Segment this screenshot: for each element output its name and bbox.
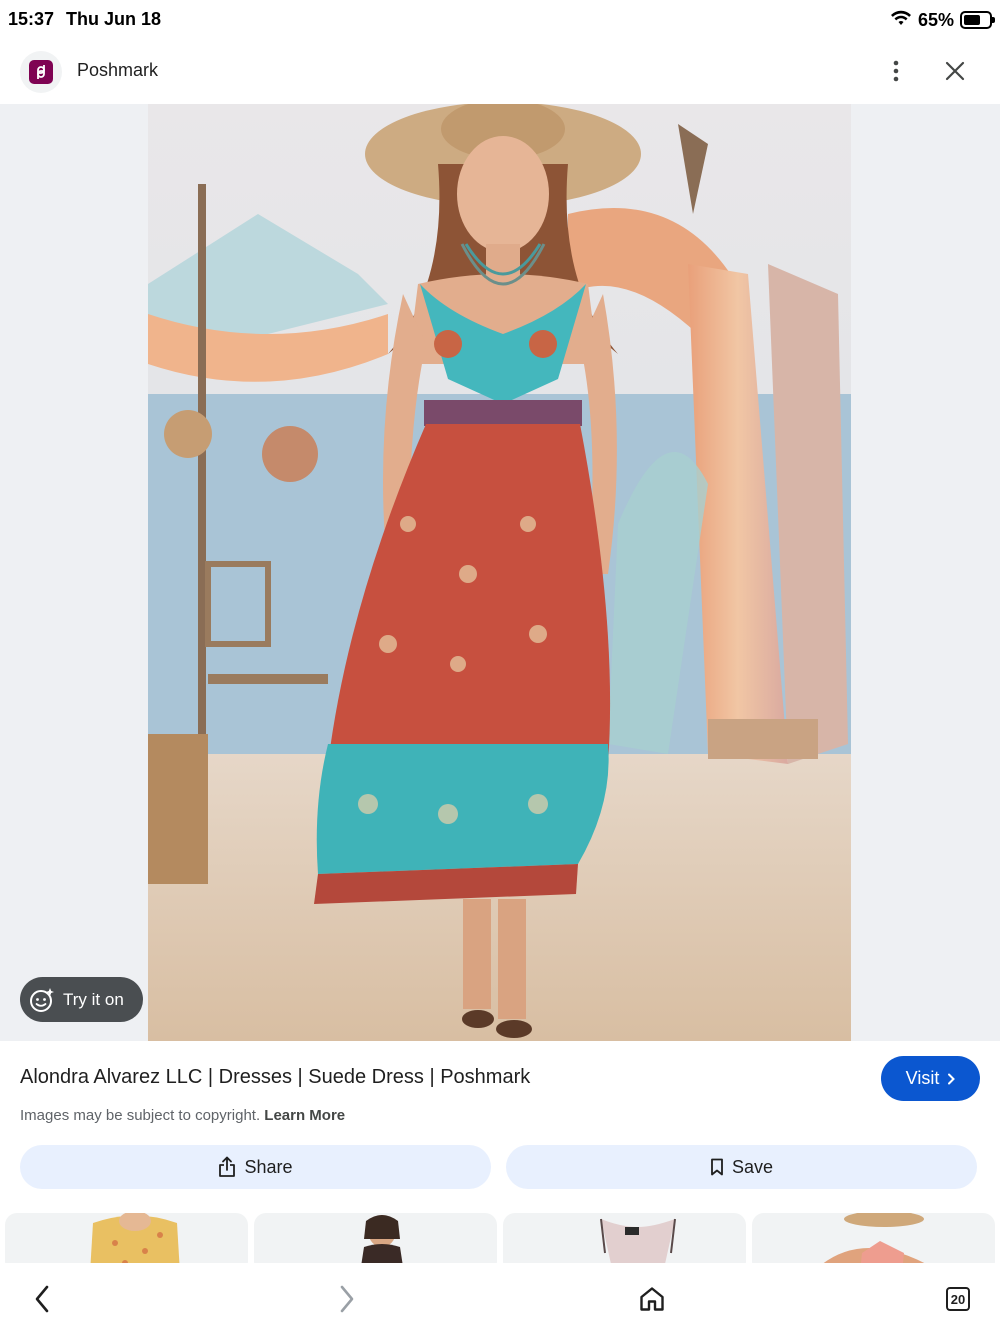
copyright-notice: Images may be subject to copyright. Lear… <box>20 1107 345 1124</box>
share-button[interactable]: Share <box>20 1145 491 1189</box>
battery-percent: 65% <box>917 9 954 30</box>
share-label: Share <box>244 1156 293 1177</box>
site-name[interactable]: Poshmark <box>77 60 158 81</box>
home-icon <box>640 1287 664 1311</box>
site-favicon[interactable] <box>20 51 62 93</box>
related-thumbnail[interactable] <box>5 1213 248 1264</box>
result-title[interactable]: Alondra Alvarez LLC | Dresses | Suede Dr… <box>20 1066 530 1089</box>
copyright-text: Images may be subject to copyright. <box>20 1107 261 1124</box>
battery-level <box>964 15 980 25</box>
battery-icon <box>960 11 995 29</box>
save-label: Save <box>731 1156 774 1177</box>
save-button[interactable]: Save <box>506 1145 977 1189</box>
share-icon <box>219 1156 236 1177</box>
bottom-navigation: 20 <box>0 1263 1000 1333</box>
tabs-button[interactable]: 20 <box>940 1281 976 1317</box>
more-vert-icon <box>893 60 899 82</box>
wifi-icon <box>890 9 912 32</box>
try-on-sparkle-icon <box>30 987 54 1012</box>
back-arrow-icon <box>35 1285 49 1313</box>
home-button[interactable] <box>634 1281 670 1317</box>
visit-label: Visit <box>905 1068 940 1088</box>
related-results <box>0 1213 1000 1264</box>
product-image[interactable] <box>148 104 851 1041</box>
back-button[interactable] <box>24 1281 60 1317</box>
poshmark-logo-icon <box>29 60 53 84</box>
related-thumbnail[interactable] <box>752 1213 995 1264</box>
status-bar: 15:37 Thu Jun 18 65% <box>0 0 1000 40</box>
close-button[interactable] <box>940 56 970 86</box>
learn-more-link[interactable]: Learn More <box>264 1107 345 1124</box>
tab-count: 20 <box>946 1287 970 1311</box>
status-time: 15:37 <box>8 9 55 29</box>
status-indicators: 65% <box>890 8 995 32</box>
related-thumbnail[interactable] <box>503 1213 746 1264</box>
try-it-on-label: Try it on <box>63 989 124 1009</box>
chevron-right-icon <box>948 1073 956 1084</box>
status-date: Thu Jun 18 <box>66 9 162 29</box>
visit-button[interactable]: Visit <box>881 1056 980 1101</box>
image-viewer: Try it on <box>0 104 1000 1041</box>
more-options-button[interactable] <box>881 56 911 86</box>
related-thumbnail[interactable] <box>254 1213 497 1264</box>
try-it-on-button[interactable]: Try it on <box>20 977 143 1022</box>
close-icon <box>945 61 965 81</box>
forward-arrow-icon <box>340 1285 354 1313</box>
bookmark-icon <box>711 1158 723 1176</box>
lens-header: Poshmark <box>0 40 1000 102</box>
forward-button[interactable] <box>329 1281 365 1317</box>
